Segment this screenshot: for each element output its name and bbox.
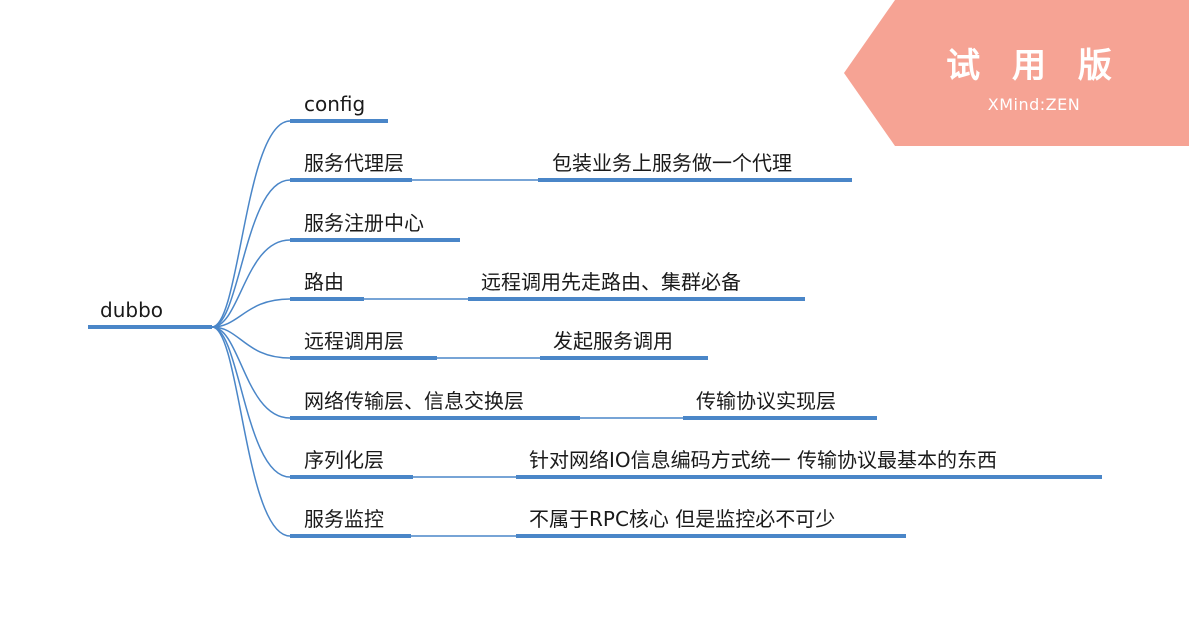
branch-underline — [290, 416, 580, 420]
branch-serialization-layer: 序列化层 — [304, 448, 384, 472]
branch-registry-center: 服务注册中心 — [304, 211, 424, 235]
detail-underline — [516, 534, 906, 538]
connector-monitor — [211, 326, 291, 537]
branch-proxy-layer: 服务代理层 — [304, 151, 404, 175]
branch-underline — [290, 297, 364, 301]
branch-underline — [290, 356, 437, 360]
branch-rpc-layer: 远程调用层 — [304, 329, 404, 353]
root-node: dubbo — [100, 298, 163, 322]
detail-rpc-layer: 发起服务调用 — [553, 329, 673, 353]
branch-underline — [290, 119, 388, 123]
detail-underline — [683, 416, 877, 420]
branch-underline — [290, 178, 412, 182]
detail-underline — [468, 297, 805, 301]
detail-underline — [538, 178, 852, 182]
connector-proxy — [211, 179, 291, 328]
mindmap-connectors — [211, 120, 683, 537]
detail-underline — [516, 475, 1102, 479]
branch-transport-layer: 网络传输层、信息交换层 — [304, 389, 524, 413]
connector-serialize — [211, 326, 291, 478]
detail-monitoring: 不属于RPC核心 但是监控必不可少 — [529, 507, 836, 531]
detail-transport-layer: 传输协议实现层 — [696, 389, 836, 413]
detail-proxy-layer: 包装业务上服务做一个代理 — [552, 151, 792, 175]
connector-config — [211, 120, 291, 328]
branch-underline — [290, 238, 460, 242]
branch-config: config — [304, 92, 366, 116]
detail-serialization-layer: 针对网络IO信息编码方式统一 传输协议最基本的东西 — [529, 448, 997, 472]
branch-router: 路由 — [304, 270, 344, 294]
branch-underline — [290, 534, 411, 538]
root-underline — [88, 325, 212, 329]
branch-underline — [290, 475, 413, 479]
detail-underline — [540, 356, 708, 360]
branch-monitoring: 服务监控 — [304, 507, 384, 531]
detail-router: 远程调用先走路由、集群必备 — [481, 270, 741, 294]
